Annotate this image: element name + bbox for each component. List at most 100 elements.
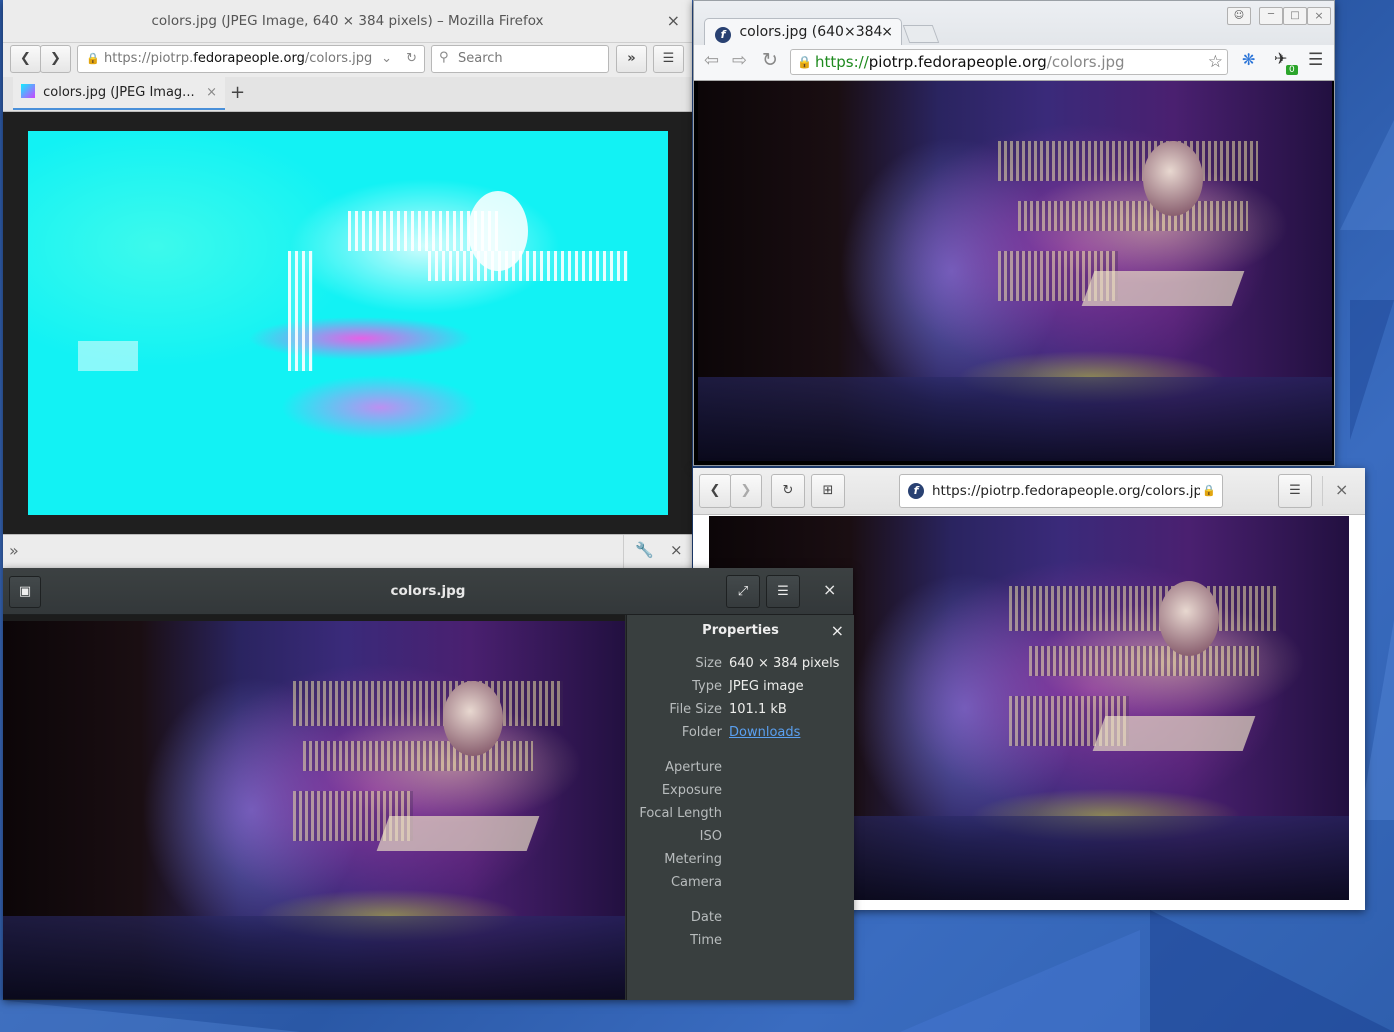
findbar: » 🔧 × xyxy=(3,534,692,569)
fullscreen-button[interactable]: ⤢ xyxy=(726,575,760,608)
chrome-close-button[interactable]: × xyxy=(1307,7,1331,25)
bookmark-star-icon[interactable]: ☆ xyxy=(1208,50,1223,74)
menu-button[interactable]: ☰ xyxy=(1278,474,1312,508)
webpage-image xyxy=(698,81,1332,461)
search-placeholder: Search xyxy=(458,51,503,66)
properties-heading: Properties xyxy=(702,623,779,638)
close-tab-button[interactable]: × xyxy=(206,77,217,109)
iso-label: ISO xyxy=(699,829,722,844)
web-close-button[interactable]: × xyxy=(1335,480,1348,499)
size-label: Size xyxy=(695,656,722,671)
findbar-close-button[interactable]: × xyxy=(670,541,683,559)
forward-arrow-icon: ❯ xyxy=(740,483,752,498)
reload-button[interactable]: ↻ xyxy=(771,474,805,508)
fedora-logo-icon: f xyxy=(715,27,731,43)
folder-label: Folder xyxy=(681,725,722,740)
extension-badge: 0 xyxy=(1286,65,1298,75)
properties-close-button[interactable]: × xyxy=(831,621,844,640)
back-button[interactable]: ❮ xyxy=(10,45,41,73)
forward-arrow-icon: ❯ xyxy=(50,51,61,66)
new-tab-icon: ⊞ xyxy=(822,483,834,498)
forward-button[interactable]: ❯ xyxy=(40,45,71,73)
address-text: https://piotrp.fedorapeople.org/colors.j… xyxy=(932,483,1203,499)
viewer-image xyxy=(3,621,625,999)
close-icon: × xyxy=(1314,9,1324,22)
maximize-icon: □ xyxy=(1290,10,1300,21)
chrome-tabstrip: f colors.jpg (640×384 × ☺ ─ □ × xyxy=(694,1,1334,46)
firefox-tab[interactable]: colors.jpg (JPEG Imag... × xyxy=(13,77,225,110)
url-scheme: https:// xyxy=(815,53,869,71)
time-label: Time xyxy=(690,933,722,948)
forward-button[interactable]: ❯ xyxy=(730,474,762,508)
viewer-headerbar: ▣ colors.jpg ⤢ ☰ × xyxy=(3,568,853,615)
date-label: Date xyxy=(690,910,722,925)
chevrons-right-icon[interactable]: » xyxy=(9,541,19,560)
minimize-button[interactable]: ─ xyxy=(1259,7,1283,25)
address-entry[interactable]: f https://piotrp.fedorapeople.org/colors… xyxy=(899,474,1223,508)
lock-icon: 🔒 xyxy=(797,55,812,69)
url-path: /colors.jpg xyxy=(1046,53,1125,71)
chrome-tab[interactable]: f colors.jpg (640×384 × xyxy=(704,18,902,46)
lock-icon: 🔒 xyxy=(1200,475,1216,507)
camera-label: Camera xyxy=(670,875,722,890)
search-field[interactable]: ⚲ Search xyxy=(431,45,609,73)
new-tab-button[interactable]: ⊞ xyxy=(811,474,845,508)
back-arrow-icon: ❮ xyxy=(709,483,721,498)
exposure-label: Exposure xyxy=(661,783,722,798)
hamburger-icon[interactable]: ☰ xyxy=(1308,50,1323,70)
search-icon: ⚲ xyxy=(439,50,449,65)
chrome-toolbar: ⇦ ⇨ ↻ 🔒 https://piotrp.fedorapeople.org/… xyxy=(694,45,1334,81)
back-arrow-icon[interactable]: ⇦ xyxy=(704,50,719,71)
properties-sidebar: Properties × Size 640 × 384 pixels Type … xyxy=(626,615,854,1000)
image-viewer-window: ▣ colors.jpg ⤢ ☰ × Properties × Size 640… xyxy=(3,568,854,1000)
firefox-window-title: colors.jpg (JPEG Image, 640 × 384 pixels… xyxy=(151,13,544,29)
url-prefix: https://piotrp. xyxy=(104,51,194,66)
viewer-menu-button[interactable]: ☰ xyxy=(766,575,800,608)
firefox-navbar: ❮ ❯ 🔒 https://piotrp.fedorapeople.org/co… xyxy=(3,43,692,77)
menu-button[interactable]: ☰ xyxy=(653,45,684,73)
type-value: JPEG image xyxy=(729,679,804,694)
image-favicon-icon xyxy=(21,84,35,98)
aperture-label: Aperture xyxy=(665,760,722,775)
folder-link[interactable]: Downloads xyxy=(729,725,800,740)
reload-icon[interactable]: ↻ xyxy=(403,46,420,72)
chevrons-right-icon: » xyxy=(627,51,636,66)
person-icon: ☺ xyxy=(1233,10,1245,21)
size-value: 640 × 384 pixels xyxy=(729,656,840,671)
chrome-window: f colors.jpg (640×384 × ☺ ─ □ × ⇦ ⇨ ↻ 🔒 … xyxy=(693,0,1335,466)
web-headerbar: ❮ ❯ ↻ ⊞ f https://piotrp.fedorapeople.or… xyxy=(693,468,1365,515)
history-dropdown-icon[interactable]: ⌄ xyxy=(377,46,396,72)
new-tab-button[interactable]: + xyxy=(230,77,245,109)
firefox-tab-title: colors.jpg (JPEG Imag... xyxy=(43,85,195,100)
filesize-label: File Size xyxy=(669,702,722,717)
overflow-button[interactable]: » xyxy=(616,45,647,73)
metering-label: Metering xyxy=(664,852,722,867)
url-rest: /colors.jpg xyxy=(304,51,373,66)
url-bar[interactable]: 🔒 https://piotrp.fedorapeople.org/colors… xyxy=(77,45,425,73)
firefox-close-button[interactable]: × xyxy=(667,0,680,42)
profile-button[interactable]: ☺ xyxy=(1227,7,1251,25)
chrome-close-tab-button[interactable]: × xyxy=(881,19,893,46)
viewer-close-button[interactable]: × xyxy=(823,580,836,599)
firefox-window: colors.jpg (JPEG Image, 640 × 384 pixels… xyxy=(3,0,692,569)
firefox-titlebar[interactable]: colors.jpg (JPEG Image, 640 × 384 pixels… xyxy=(3,0,692,43)
firefox-tabstrip: colors.jpg (JPEG Imag... × + xyxy=(3,77,692,112)
extension-network-icon[interactable]: ❋ xyxy=(1242,50,1255,69)
hamburger-icon: ☰ xyxy=(662,51,675,66)
hamburger-icon: ☰ xyxy=(777,584,789,599)
back-arrow-icon: ❮ xyxy=(20,51,31,66)
hamburger-icon: ☰ xyxy=(1289,483,1301,498)
url-domain: fedorapeople.org xyxy=(193,51,305,66)
new-tab-button[interactable] xyxy=(902,25,940,43)
forward-arrow-icon[interactable]: ⇨ xyxy=(732,50,747,71)
back-button[interactable]: ❮ xyxy=(699,474,731,508)
focal-length-label: Focal Length xyxy=(639,806,722,821)
wrench-icon[interactable]: 🔧 xyxy=(635,541,654,559)
inverted-image xyxy=(28,131,668,515)
maximize-button[interactable]: □ xyxy=(1283,7,1307,25)
reload-icon[interactable]: ↻ xyxy=(762,49,778,71)
type-label: Type xyxy=(692,679,722,694)
omnibox[interactable]: 🔒 https://piotrp.fedorapeople.org/colors… xyxy=(790,49,1228,75)
reload-icon: ↻ xyxy=(782,483,794,498)
expand-icon: ⤢ xyxy=(737,584,749,599)
